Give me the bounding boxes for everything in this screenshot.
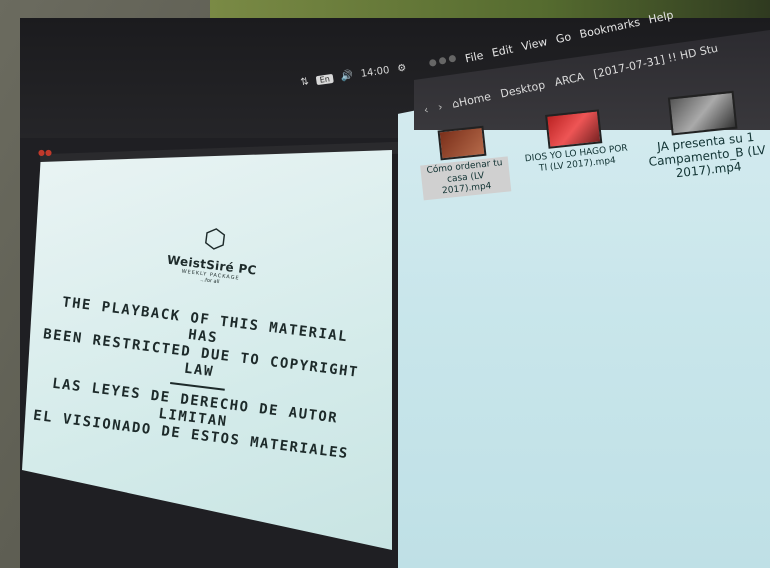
restriction-notice: ⬡ WeistSiré PC WEEKLY PACKAGE ...for all… (31, 205, 376, 463)
video-thumbnail (437, 125, 487, 161)
volume-icon[interactable]: 🔊 (340, 70, 354, 83)
video-thumbnail (667, 90, 738, 136)
maximize-icon[interactable] (448, 54, 457, 63)
network-icon[interactable]: ⇅ (300, 76, 310, 88)
window-controls[interactable]: ●● (38, 148, 52, 157)
video-thumbnail (545, 109, 603, 149)
forward-icon[interactable]: › (437, 100, 444, 114)
close-icon[interactable] (428, 58, 437, 67)
gear-icon[interactable]: ⚙ (397, 63, 407, 75)
divider (169, 381, 225, 391)
file-item[interactable]: DIOS YO LO HAGO POR TI (LV 2017).mp4 (517, 106, 633, 176)
file-item[interactable]: JA presenta su 1 Campamento_B (LV 2017).… (636, 87, 770, 183)
keyboard-layout-indicator[interactable]: En (316, 73, 334, 86)
minimize-icon[interactable] (438, 56, 447, 65)
file-item[interactable]: Cómo ordenar tu casa (LV 2017).mp4 (417, 124, 512, 201)
